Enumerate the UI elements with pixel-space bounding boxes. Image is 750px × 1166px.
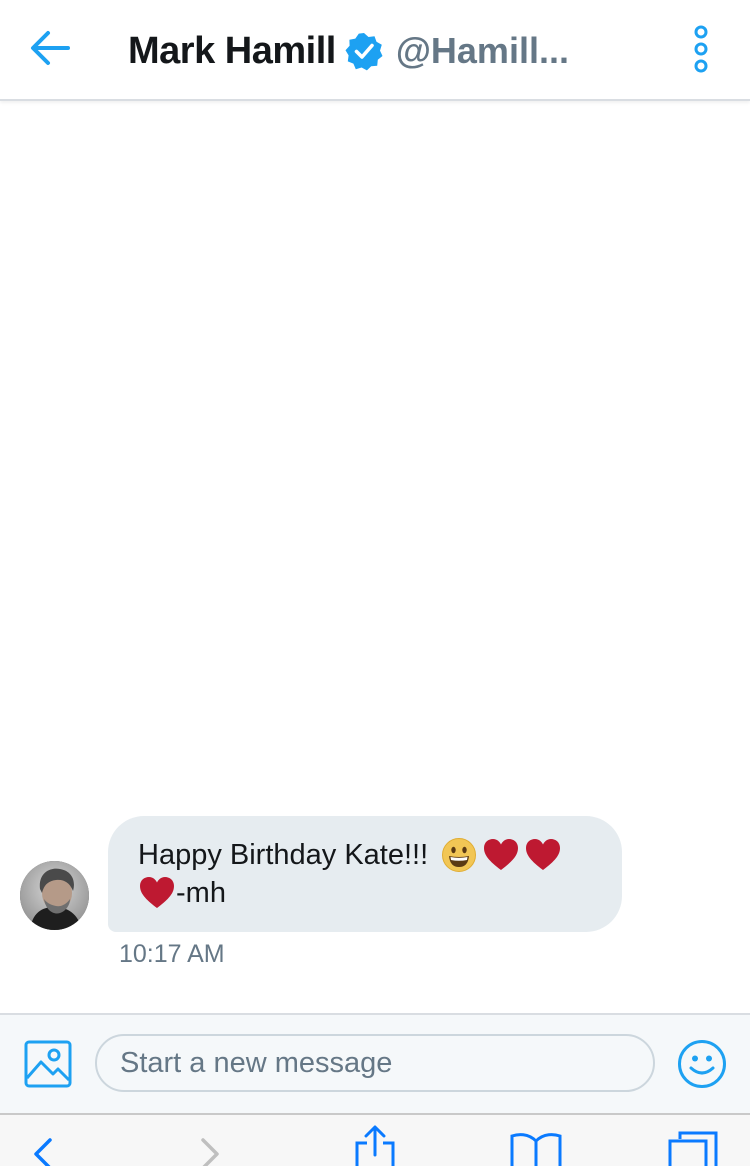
message-line-1: Happy Birthday Kate!!!	[138, 839, 429, 871]
red-heart-icon	[484, 839, 519, 870]
add-media-button[interactable]	[24, 1040, 72, 1088]
smiley-icon	[678, 1040, 726, 1088]
message-timestamp: 10:17 AM	[119, 940, 225, 968]
message-line-2: -mh	[176, 877, 226, 909]
grinning-face-icon	[442, 838, 477, 872]
image-icon	[24, 1040, 72, 1088]
red-heart-icon	[140, 877, 174, 908]
verified-badge-icon	[345, 33, 383, 71]
tabs-icon	[668, 1131, 718, 1166]
chevron-left-icon	[34, 1138, 52, 1166]
message-text: Happy Birthday Kate!!! -mh	[138, 836, 598, 912]
more-options-button[interactable]	[688, 24, 714, 74]
emoji-button[interactable]	[677, 1039, 727, 1089]
share-icon	[355, 1125, 395, 1166]
browser-toolbar	[0, 1113, 750, 1166]
browser-back-button[interactable]	[30, 1137, 54, 1166]
browser-forward-button[interactable]	[198, 1137, 222, 1166]
more-vertical-icon	[694, 25, 708, 73]
contact-name: Mark Hamill	[128, 29, 336, 72]
message-input[interactable]	[95, 1034, 655, 1092]
share-button[interactable]	[354, 1125, 396, 1166]
contact-handle: @Hamill...	[395, 30, 569, 71]
chevron-right-icon	[201, 1138, 219, 1166]
contact-avatar[interactable]	[20, 861, 89, 930]
book-icon	[510, 1133, 562, 1166]
conversation-header: Mark Hamill @Hamill...	[0, 0, 750, 101]
conversation-title[interactable]: Mark Hamill @Hamill...	[128, 28, 569, 74]
avatar-photo	[20, 861, 89, 930]
back-arrow-icon	[31, 31, 70, 65]
red-heart-icon	[526, 839, 561, 870]
bookmarks-button[interactable]	[510, 1131, 562, 1166]
tabs-button[interactable]	[668, 1131, 718, 1166]
back-button[interactable]	[28, 28, 72, 68]
